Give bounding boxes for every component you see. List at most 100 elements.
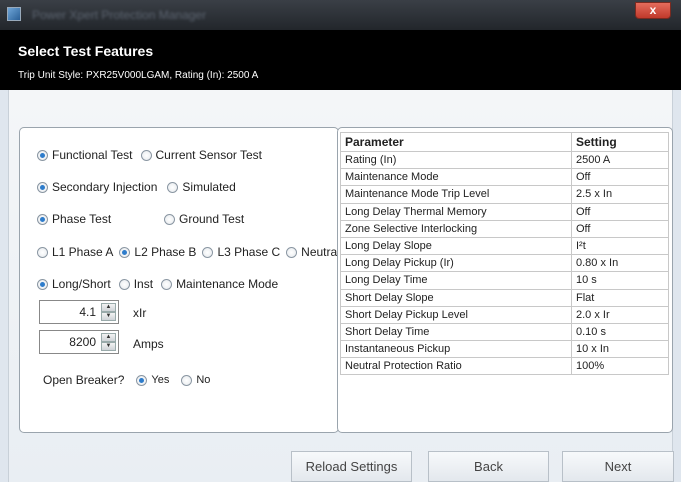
column-header-parameter: Parameter	[340, 132, 572, 152]
window-title: Power Xpert Protection Manager	[32, 8, 207, 22]
open-breaker-label: Open Breaker?	[43, 373, 125, 387]
radio-dot	[286, 246, 298, 258]
radio-label: L2 Phase B	[134, 245, 197, 259]
radio-dot	[37, 246, 48, 258]
table-row[interactable]: Maintenance Mode Trip Level 2.5 x In	[340, 185, 669, 204]
table-header-row: Parameter Setting	[340, 132, 669, 152]
radio-label: L1 Phase A	[52, 245, 114, 259]
table-row[interactable]: Maintenance Mode Off	[340, 168, 669, 187]
back-button[interactable]: Back	[428, 451, 549, 482]
step-down-icon[interactable]: ▼	[101, 342, 116, 351]
parameter-cell: Long Delay Pickup (Ir)	[340, 254, 572, 273]
radio-label: Inst	[133, 277, 154, 291]
multiplier-unit: xIr	[133, 306, 147, 320]
parameter-cell: Long Delay Thermal Memory	[340, 202, 572, 221]
radio-l2-phase-b[interactable]: L2 Phase B	[119, 245, 196, 259]
reload-settings-button[interactable]: Reload Settings	[291, 451, 412, 482]
setting-cell: 2500 A	[571, 150, 669, 170]
setting-cell: Off	[571, 219, 669, 238]
parameter-cell: Long Delay Slope	[340, 236, 572, 256]
test-type-row: Functional Test Current Sensor Test	[37, 147, 270, 163]
radio-dot	[136, 374, 148, 386]
table-row[interactable]: Short Delay Time 0.10 s	[340, 322, 669, 342]
radio-open-breaker-no[interactable]: No	[181, 374, 210, 386]
radio-label: Phase Test	[52, 212, 112, 226]
radio-open-breaker-yes[interactable]: Yes	[136, 374, 169, 386]
multiplier-value: 4.1	[79, 305, 96, 319]
radio-dot	[167, 181, 179, 193]
settings-table-body: Rating (In) 2500 A Maintenance Mode Off Main…	[340, 150, 669, 376]
radio-long-short[interactable]: Long/Short	[37, 277, 111, 291]
radio-label: Long/Short	[52, 277, 111, 291]
current-stepper[interactable]: 8200 ▲ ▼	[39, 330, 119, 354]
radio-inst[interactable]: Inst	[118, 277, 154, 291]
radio-dot	[161, 278, 173, 290]
parameter-cell: Instantaneous Pickup	[340, 340, 572, 359]
radio-simulated[interactable]: Simulated	[167, 180, 236, 194]
setting-cell: I²t	[571, 236, 669, 256]
table-row[interactable]: Rating (In) 2500 A	[340, 150, 669, 170]
page-header: Select Test Features Trip Unit Style: PX…	[0, 30, 681, 90]
radio-label: Simulated	[182, 180, 236, 194]
step-down-icon[interactable]: ▼	[101, 312, 116, 321]
close-button[interactable]: x	[635, 2, 671, 19]
setting-cell: Flat	[571, 288, 669, 307]
phase-select-row: L1 Phase A L2 Phase B L3 Phase C Neutral	[37, 244, 340, 260]
table-row[interactable]: Long Delay Time 10 s	[340, 271, 669, 290]
step-up-icon[interactable]: ▲	[101, 333, 116, 342]
radio-label: Ground Test	[179, 212, 245, 226]
next-button[interactable]: Next	[562, 451, 674, 482]
column-header-setting: Setting	[571, 132, 669, 152]
setting-cell: 2.0 x Ir	[571, 305, 669, 324]
radio-dot	[119, 246, 131, 258]
radio-label: No	[196, 374, 211, 386]
setting-cell: 100%	[571, 357, 669, 376]
table-row[interactable]: Long Delay Thermal Memory Off	[340, 202, 669, 221]
radio-functional-test[interactable]: Functional Test	[37, 148, 133, 162]
open-breaker-row: Open Breaker? Yes No	[43, 372, 218, 388]
setting-cell: 10 x In	[571, 340, 669, 359]
table-row[interactable]: Short Delay Slope Flat	[340, 288, 669, 307]
setting-cell: 0.80 x In	[571, 254, 669, 273]
parameter-cell: Maintenance Mode	[340, 168, 572, 187]
parameter-cell: Rating (In)	[340, 150, 572, 170]
step-up-icon[interactable]: ▲	[101, 303, 116, 312]
radio-dot	[37, 181, 48, 193]
trip-unit-info: Trip Unit Style: PXR25V000LGAM, Rating (…	[18, 70, 259, 81]
radio-neutral[interactable]: Neutral	[286, 245, 340, 259]
setting-cell: Off	[571, 202, 669, 221]
trip-mode-row: Long/Short Inst Maintenance Mode	[37, 276, 286, 292]
table-row[interactable]: Neutral Protection Ratio 100%	[340, 357, 669, 376]
table-row[interactable]: Zone Selective Interlocking Off	[340, 219, 669, 238]
parameter-cell: Short Delay Time	[340, 322, 572, 342]
parameter-cell: Long Delay Time	[340, 271, 572, 290]
parameter-cell: Maintenance Mode Trip Level	[340, 185, 572, 204]
title-bar: Power Xpert Protection Manager x	[0, 0, 681, 30]
current-unit: Amps	[133, 337, 164, 351]
radio-current-sensor-test[interactable]: Current Sensor Test	[140, 148, 262, 162]
radio-label: Neutral	[301, 245, 340, 259]
table-row[interactable]: Instantaneous Pickup 10 x In	[340, 340, 669, 359]
page-title: Select Test Features	[18, 43, 154, 59]
table-row[interactable]: Long Delay Pickup (Ir) 0.80 x In	[340, 254, 669, 273]
radio-phase-test[interactable]: Phase Test	[37, 212, 156, 226]
multiplier-stepper[interactable]: 4.1 ▲ ▼	[39, 300, 119, 324]
test-options-panel: Functional Test Current Sensor Test Seco…	[19, 127, 340, 433]
radio-secondary-injection[interactable]: Secondary Injection	[37, 180, 157, 194]
current-value: 8200	[69, 335, 96, 349]
radio-dot	[140, 149, 152, 161]
parameter-cell: Zone Selective Interlocking	[340, 219, 572, 238]
table-row[interactable]: Short Delay Pickup Level 2.0 x Ir	[340, 305, 669, 324]
radio-maintenance-mode[interactable]: Maintenance Mode	[161, 277, 278, 291]
radio-label: L3 Phase C	[217, 245, 281, 259]
radio-l1-phase-a[interactable]: L1 Phase A	[37, 245, 113, 259]
radio-label: Secondary Injection	[52, 180, 158, 194]
parameter-cell: Neutral Protection Ratio	[340, 357, 572, 376]
settings-table-panel: Parameter Setting Rating (In) 2500 A Maint…	[337, 127, 673, 433]
radio-l3-phase-c[interactable]: L3 Phase C	[202, 245, 280, 259]
settings-table: Parameter Setting Rating (In) 2500 A Maint…	[340, 132, 669, 376]
table-row[interactable]: Long Delay Slope I²t	[340, 236, 669, 256]
setting-cell: Off	[571, 168, 669, 187]
radio-ground-test[interactable]: Ground Test	[164, 212, 244, 226]
setting-cell: 10 s	[571, 271, 669, 290]
